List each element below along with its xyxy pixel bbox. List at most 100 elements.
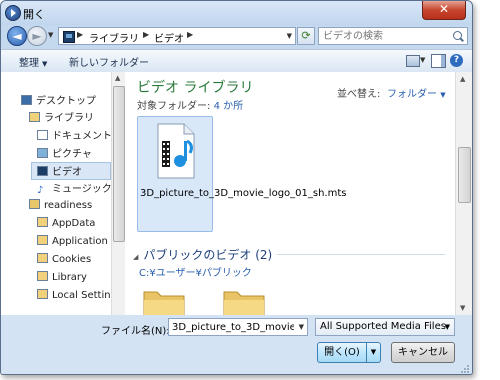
sidebar-item-videos[interactable]: ビデオ [31,162,111,180]
chevron-down-icon: ▼ [440,91,446,99]
app-icon [5,5,21,21]
title-bar: 開く ✕ [1,1,472,25]
desktop-icon [21,95,32,105]
sidebar-item-label: readiness [44,200,93,211]
breadcrumb-videos[interactable]: ビデオ [154,30,184,45]
file-item[interactable]: 3D_picture_to_3D_movie_logo_01_sh.mts [137,116,347,232]
refresh-button[interactable]: ⟳ [297,27,315,45]
sidebar-item-label: ライブラリ [44,113,94,124]
sidebar-item-label: Local Settings [52,290,111,301]
target-folders-label: 対象フォルダー: [137,101,214,112]
back-button[interactable]: ◄ [7,26,27,46]
sidebar-item-label: AppData [52,218,96,229]
chevron-down-icon: ▼ [42,60,48,68]
file-type-value: All Supported Media Files [320,321,446,332]
breadcrumb-separator-icon[interactable]: ▶ [143,30,149,39]
address-bar[interactable]: ▶ ライブラリ ▶ ビデオ ▶ ▼ [58,27,296,45]
sidebar-item-label: ピクチャ [52,149,92,160]
scroll-down-icon[interactable]: ▼ [460,304,465,312]
resize-grip-icon[interactable] [460,364,470,374]
sidebar-item-libraries[interactable]: ライブラリ [29,109,94,125]
sidebar-item-cookies[interactable]: Cookies [37,253,91,269]
sidebar-scrollbar[interactable]: ▲ [111,72,125,315]
folder-icon [37,253,48,263]
collapse-icon[interactable]: ◢ [133,253,138,261]
folder-icon[interactable] [223,286,265,315]
window-title: 開く [23,8,45,21]
filename-dropdown-icon[interactable]: ▼ [299,323,304,331]
sidebar-item-label: デスクトップ [36,96,96,107]
target-folders-link[interactable]: 4 か所 [214,101,244,112]
videos-icon [37,166,48,176]
sidebar-item-documents[interactable]: ドキュメント [37,127,111,143]
open-button[interactable]: 開く(O) [317,342,367,363]
sidebar-item-label: ミュージック [52,184,111,195]
cancel-button[interactable]: キャンセル [391,342,455,363]
new-folder-button[interactable]: 新しいフォルダー [69,54,149,69]
search-input[interactable] [323,29,443,43]
sort-label: 並べ替え: [337,89,381,100]
address-dropdown-icon[interactable]: ▼ [287,32,292,40]
content-area: デスクトップ ライブラリ ドキュメント ピクチャ ビデオ ♪ ミュージック rea… [1,72,472,315]
sidebar-item-user[interactable]: readiness [29,199,92,215]
breadcrumb-separator-icon[interactable]: ▶ [187,30,193,39]
library-icon [29,112,40,122]
scroll-up-icon[interactable]: ▲ [460,75,465,83]
sort-value: フォルダー [387,89,437,100]
help-icon[interactable]: ? [450,54,463,67]
group-divider [277,254,445,255]
file-list-scrollbar[interactable]: ▲ ▼ [455,72,472,315]
group-header-label: パブリックのビデオ (2) [143,248,273,262]
sidebar-item-music[interactable]: ♪ ミュージック [37,180,111,196]
organize-button[interactable]: 整理 ▼ [19,54,47,69]
scroll-up-icon[interactable]: ▲ [115,74,120,82]
pictures-icon [37,148,48,158]
filename-input[interactable] [172,320,294,334]
sidebar-item-label: ビデオ [52,167,82,178]
documents-icon [37,130,48,140]
recent-pages-dropdown[interactable]: ▼ [48,31,53,39]
search-box[interactable] [318,27,468,45]
file-type-select[interactable]: All Supported Media Files ▼ [315,318,455,336]
command-bar: 整理 ▼ 新しいフォルダー ▼ ? [1,49,472,73]
sidebar-item-library[interactable]: Library [37,271,87,287]
library-icon [63,31,75,43]
music-icon: ♪ [37,185,44,196]
sidebar-item-label: Library [52,272,87,283]
folder-icon [37,235,48,245]
search-icon[interactable] [453,31,462,40]
group-path-link[interactable]: C:¥ユーザー¥パブリック [139,264,252,279]
group-header-public-videos[interactable]: ◢ パブリックのビデオ (2) [133,246,272,263]
organize-label: 整理 [19,58,39,69]
file-list-scroll-thumb[interactable] [458,147,471,203]
sidebar-item-pictures[interactable]: ピクチャ [37,145,92,161]
sidebar-item-desktop[interactable]: デスクトップ [21,92,96,108]
open-options-dropdown[interactable]: ▼ [367,342,381,363]
preview-pane-icon[interactable] [431,54,446,68]
sidebar-item-local-settings[interactable]: Local Settings [37,289,111,305]
breadcrumb-separator-icon[interactable]: ▶ [77,30,83,39]
open-dialog: 開く ✕ ◄ ► ▼ ▶ ライブラリ ▶ ビデオ ▶ ▼ ⟳ 整理▼ 新しいフォ… [0,0,473,375]
library-title: ビデオ ライブラリ [137,80,254,96]
filename-field[interactable]: ▼ [168,318,308,336]
sidebar-item-label: Application Da [52,236,111,247]
close-button[interactable]: ✕ [422,1,466,20]
sidebar-item-appdata[interactable]: AppData [37,217,95,233]
sidebar-item-application-data[interactable]: Application Da [37,235,111,251]
sidebar-item-label: ドキュメント [52,131,111,142]
video-file-icon [157,123,195,179]
forward-button[interactable]: ► [27,26,47,46]
sidebar-scroll-thumb[interactable] [113,86,125,242]
filename-label: ファイル名(N): [101,326,170,337]
target-folders: 対象フォルダー: 4 か所 [137,97,243,112]
folder-icon [37,217,48,227]
file-list: ビデオ ライブラリ 対象フォルダー: 4 か所 並べ替え: フォルダー ▼ 3D… [125,72,455,315]
file-name: 3D_picture_to_3D_movie_logo_01_sh.mts [140,188,347,199]
view-options-dropdown-icon[interactable]: ▼ [420,56,425,64]
navigation-pane: デスクトップ ライブラリ ドキュメント ピクチャ ビデオ ♪ ミュージック rea… [1,72,111,315]
change-view-icon[interactable] [406,55,420,67]
chevron-down-icon: ▼ [444,323,450,331]
sort-dropdown[interactable]: フォルダー ▼ [387,85,446,100]
folder-icon[interactable] [143,286,185,315]
breadcrumb-libraries[interactable]: ライブラリ [89,30,139,45]
